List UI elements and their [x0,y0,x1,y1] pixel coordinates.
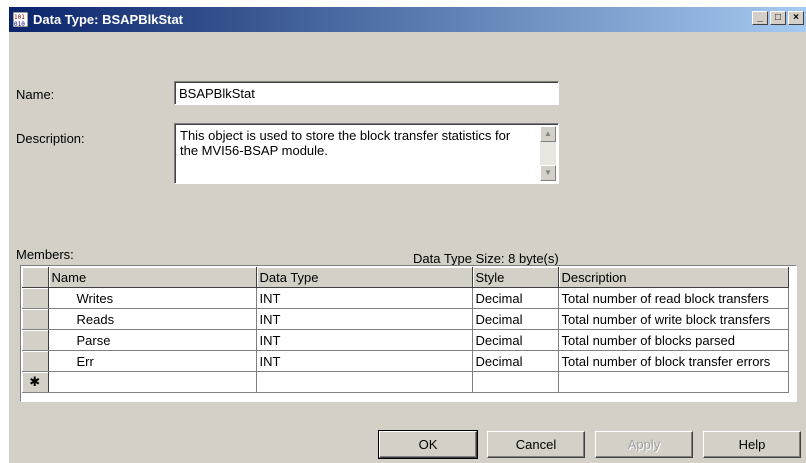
row-selector[interactable] [22,287,49,309]
member-name[interactable]: Reads [48,308,257,330]
member-description[interactable]: Total number of read block transfers [558,287,789,309]
svg-text:010: 010 [14,21,25,27]
members-grid[interactable]: Name Data Type Style Description Writes … [20,265,797,402]
row-selector[interactable] [22,308,49,330]
table-row[interactable]: Err INT Decimal Total number of block tr… [22,350,789,372]
new-member-name[interactable] [48,371,257,393]
column-header-description[interactable]: Description [558,267,789,288]
data-type-icon: 101 010 [13,12,28,27]
description-field[interactable]: This object is used to store the block t… [174,123,559,184]
close-button[interactable]: × [788,11,804,25]
description-text: This object is used to store the block t… [180,128,511,158]
name-field[interactable]: BSAPBlkStat [174,81,559,105]
member-data-type[interactable]: INT [256,287,473,309]
member-description[interactable]: Total number of write block transfers [558,308,789,330]
minimize-button[interactable]: _ [752,11,768,25]
row-selector-header[interactable] [22,267,49,288]
new-member-row[interactable]: ✱ [22,371,789,393]
table-row[interactable]: Writes INT Decimal Total number of read … [22,287,789,309]
member-description[interactable]: Total number of block transfer errors [558,350,789,372]
member-data-type[interactable]: INT [256,308,473,330]
scroll-down-icon[interactable]: ▼ [540,165,556,181]
row-selector[interactable] [22,329,49,351]
help-button[interactable]: Help [703,431,801,458]
member-style[interactable]: Decimal [472,329,559,351]
table-row[interactable]: Reads INT Decimal Total number of write … [22,308,789,330]
column-header-name[interactable]: Name [48,267,257,288]
title-bar[interactable]: 101 010 Data Type: BSAPBlkStat _ □ × [9,7,806,32]
data-type-size: Data Type Size: 8 byte(s) [413,251,559,266]
name-label: Name: [16,87,55,102]
new-member-data-type[interactable] [256,371,473,393]
members-label: Members: [16,247,74,262]
window-title: Data Type: BSAPBlkStat [33,12,184,27]
new-row-asterisk-icon[interactable]: ✱ [22,371,49,393]
member-description[interactable]: Total number of blocks parsed [558,329,789,351]
apply-button[interactable]: Apply [595,431,693,458]
row-selector[interactable] [22,350,49,372]
maximize-button[interactable]: □ [770,11,786,25]
member-name[interactable]: Err [48,350,257,372]
new-member-description[interactable] [558,371,789,393]
svg-text:101: 101 [14,14,25,21]
cancel-button[interactable]: Cancel [487,431,585,458]
member-style[interactable]: Decimal [472,287,559,309]
member-style[interactable]: Decimal [472,308,559,330]
description-label: Description: [16,131,85,146]
member-name[interactable]: Parse [48,329,257,351]
member-style[interactable]: Decimal [472,350,559,372]
member-data-type[interactable]: INT [256,350,473,372]
scroll-up-icon[interactable]: ▲ [540,126,556,142]
ok-button[interactable]: OK [378,430,478,459]
description-scrollbar[interactable]: ▲ ▼ [540,126,556,181]
new-member-style[interactable] [472,371,559,393]
data-type-dialog: 101 010 Data Type: BSAPBlkStat _ □ × Nam… [8,6,806,463]
table-row[interactable]: Parse INT Decimal Total number of blocks… [22,329,789,351]
member-name[interactable]: Writes [48,287,257,309]
member-data-type[interactable]: INT [256,329,473,351]
column-header-data-type[interactable]: Data Type [256,267,473,288]
column-header-style[interactable]: Style [472,267,559,288]
